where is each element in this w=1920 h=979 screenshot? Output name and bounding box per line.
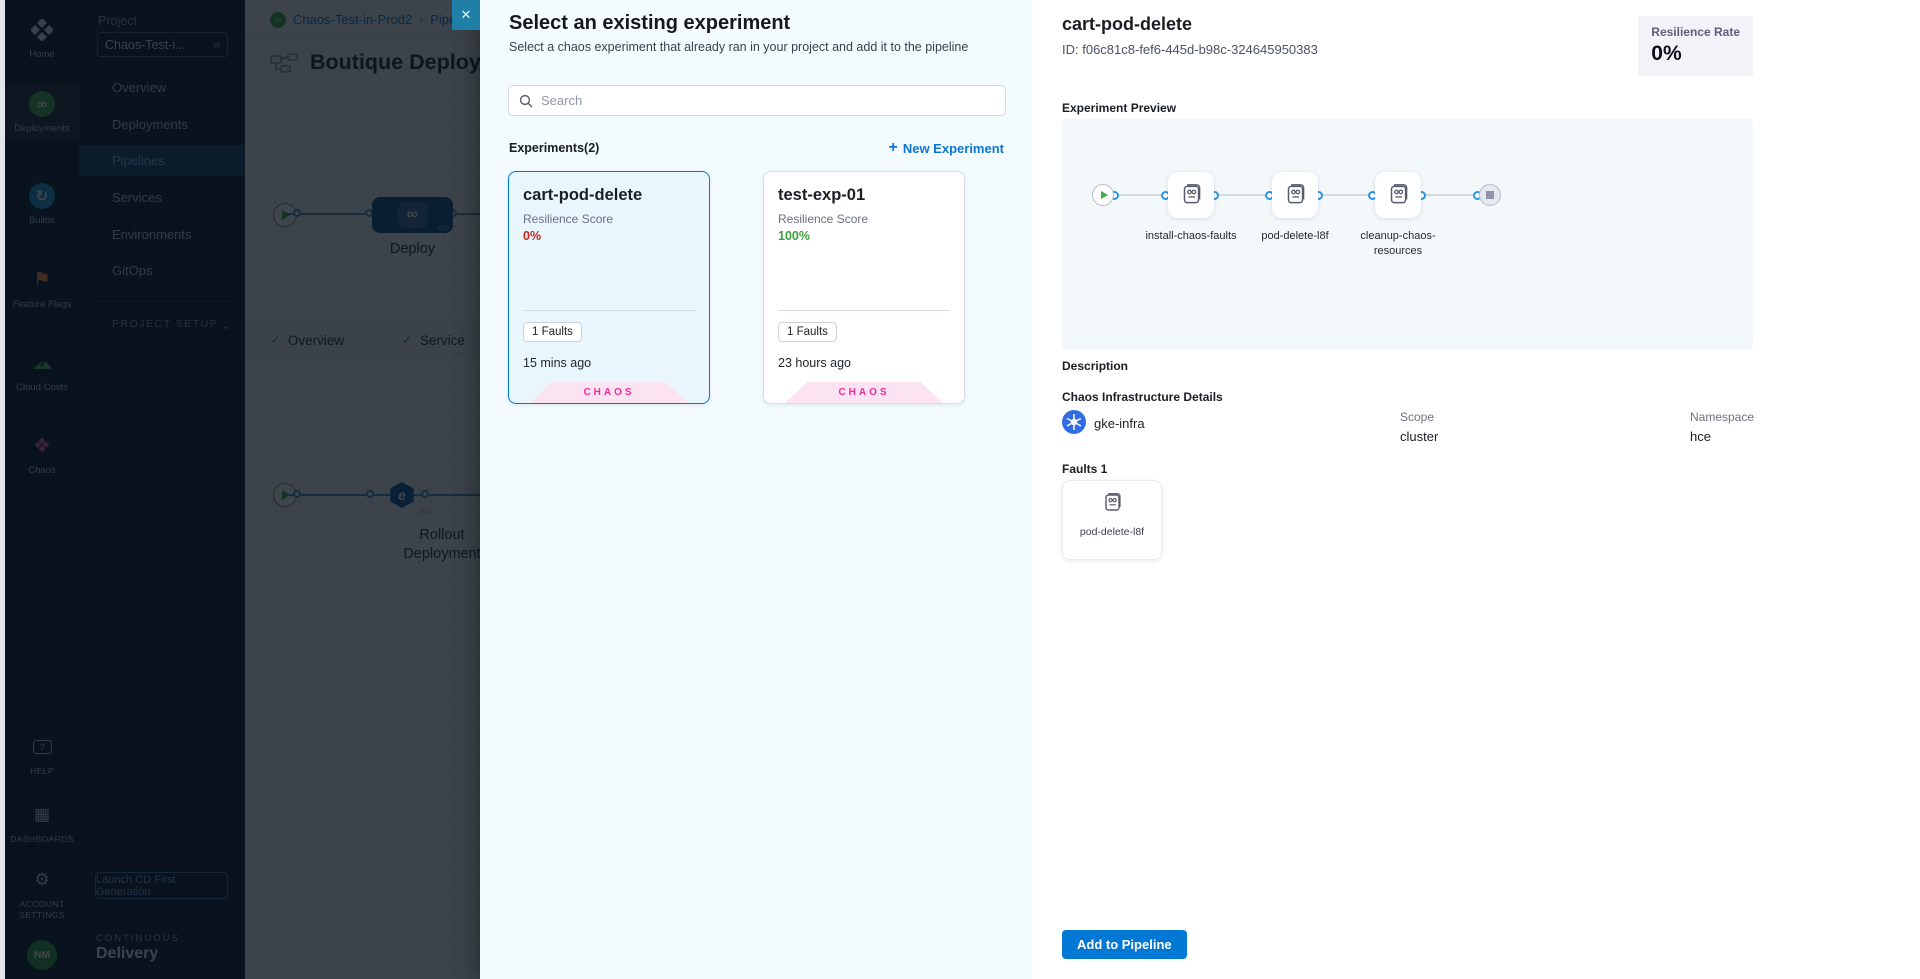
namespace-field: Namespace hce (1690, 410, 1754, 444)
infra-details-header: Chaos Infrastructure Details (1062, 390, 1223, 404)
kubernetes-icon (1062, 410, 1086, 439)
new-experiment-label: New Experiment (903, 141, 1004, 156)
close-icon[interactable]: ✕ (452, 0, 480, 30)
resilience-rate-box: Resilience Rate 0% (1638, 16, 1753, 76)
experiment-preview: install-chaos-faults pod-delete-l8f clea… (1062, 119, 1753, 349)
namespace-value: hce (1690, 429, 1754, 444)
preview-step-label: install-chaos-faults (1143, 229, 1239, 244)
chaos-badge: CHAOS (530, 382, 688, 403)
plus-icon: + (889, 139, 898, 157)
chaos-step-icon (1386, 182, 1410, 208)
preview-end-node[interactable] (1479, 184, 1501, 206)
new-experiment-button[interactable]: + New Experiment (889, 139, 1005, 157)
scope-field: Scope cluster (1400, 410, 1438, 444)
modal-title: Select an existing experiment (509, 12, 790, 35)
app-root: Home ∞ Deployments ↻ Builds ⚑ Feature Fl… (0, 0, 1920, 979)
search-box (508, 85, 1006, 116)
experiment-preview-label: Experiment Preview (1062, 101, 1176, 115)
preview-step-label: pod-delete-l8f (1247, 229, 1343, 244)
experiment-id: ID: f06c81c8-fef6-445d-b98c-324645950383 (1062, 42, 1318, 57)
stop-icon (1486, 191, 1494, 199)
modal-subtitle: Select a chaos experiment that already r… (509, 40, 968, 54)
experiment-list-panel: Select an existing experiment Select a c… (480, 0, 1032, 979)
search-icon (519, 94, 533, 108)
divider (523, 310, 695, 311)
preview-step-label: cleanup-chaos-resources (1350, 229, 1446, 259)
preview-step-pod-delete[interactable] (1272, 172, 1318, 218)
preview-step-cleanup[interactable] (1375, 172, 1421, 218)
experiment-name: test-exp-01 (778, 186, 865, 205)
experiment-details-panel: cart-pod-delete ID: f06c81c8-fef6-445d-b… (1032, 0, 1920, 979)
resilience-score-label: Resilience Score (523, 212, 613, 226)
faults-chip: 1 Faults (778, 322, 837, 342)
fault-icon (1063, 491, 1161, 520)
resilience-rate-value: 0% (1651, 42, 1740, 66)
scope-value: cluster (1400, 429, 1438, 444)
experiments-count-header: Experiments(2) (509, 141, 599, 155)
chaos-badge: CHAOS (785, 382, 943, 403)
divider (778, 310, 950, 311)
preview-step-install-chaos-faults[interactable] (1168, 172, 1214, 218)
experiment-title: cart-pod-delete (1062, 14, 1192, 35)
chaos-step-icon (1179, 182, 1203, 208)
preview-start-node[interactable] (1092, 184, 1114, 206)
search-input[interactable] (541, 93, 995, 108)
fault-card-pod-delete[interactable]: pod-delete-l8f (1062, 480, 1162, 560)
last-run-time: 23 hours ago (778, 356, 851, 370)
resilience-score-value: 100% (778, 229, 810, 243)
infra-name: gke-infra (1094, 416, 1145, 431)
select-experiment-modal: ✕ Select an existing experiment Select a… (480, 0, 1920, 979)
experiment-card-cart-pod-delete[interactable]: cart-pod-delete Resilience Score 0% 1 Fa… (508, 171, 710, 404)
faults-header: Faults 1 (1062, 462, 1107, 476)
resilience-rate-label: Resilience Rate (1651, 25, 1740, 39)
resilience-score-value: 0% (523, 229, 541, 243)
scope-label: Scope (1400, 410, 1438, 424)
chaos-step-icon (1283, 182, 1307, 208)
fault-name: pod-delete-l8f (1063, 526, 1161, 538)
add-to-pipeline-button[interactable]: Add to Pipeline (1062, 930, 1187, 959)
last-run-time: 15 mins ago (523, 356, 591, 370)
faults-chip: 1 Faults (523, 322, 582, 342)
window-edge (0, 0, 5, 979)
experiment-name: cart-pod-delete (523, 186, 642, 205)
play-icon (1101, 191, 1108, 199)
description-label: Description (1062, 359, 1128, 373)
experiment-card-test-exp-01[interactable]: test-exp-01 Resilience Score 100% 1 Faul… (763, 171, 965, 404)
resilience-score-label: Resilience Score (778, 212, 868, 226)
namespace-label: Namespace (1690, 410, 1754, 424)
